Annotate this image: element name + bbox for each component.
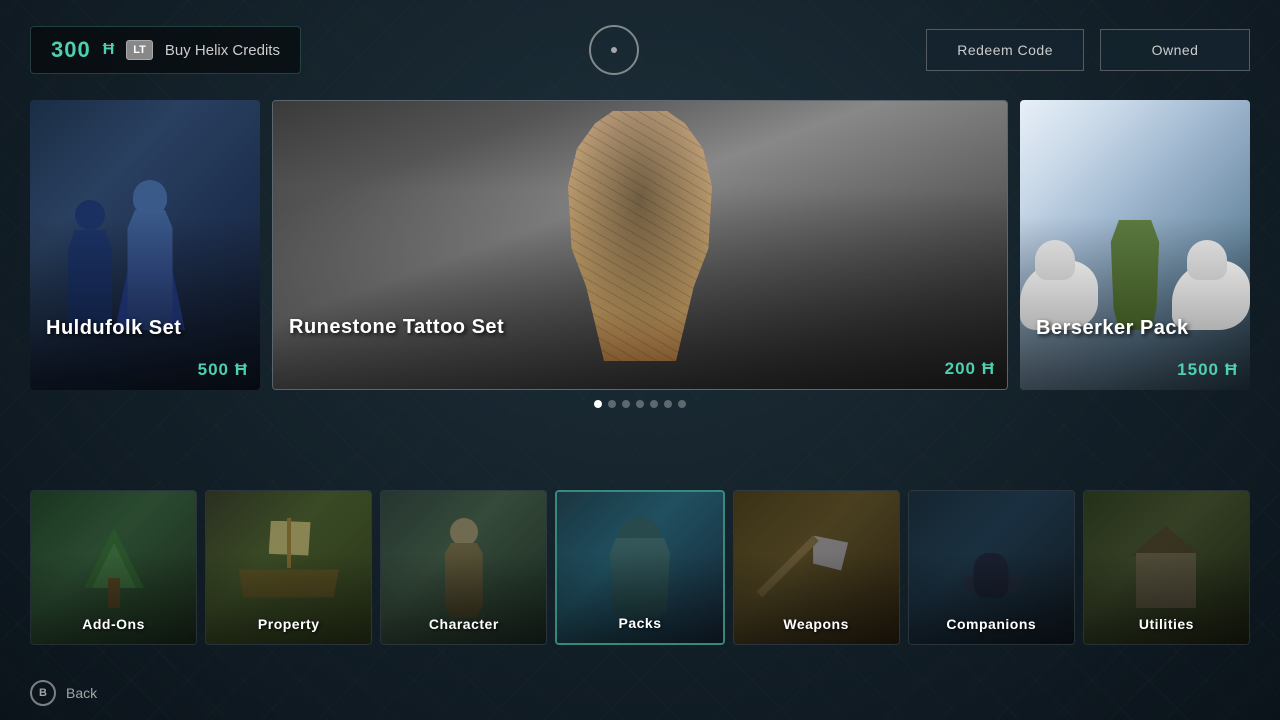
back-label: Back	[66, 685, 97, 701]
cat-weapons-label: Weapons	[734, 616, 899, 632]
card-runestone-bg	[273, 101, 1007, 389]
cat-property-label: Property	[206, 616, 371, 632]
main-container: 300 Ħ LT Buy Helix Credits Redeem Code O…	[0, 0, 1280, 720]
category-weapons[interactable]: Weapons	[733, 490, 900, 645]
top-right-buttons: Redeem Code Owned	[926, 29, 1250, 71]
dot-6[interactable]	[664, 400, 672, 408]
category-companions[interactable]: Companions	[908, 490, 1075, 645]
monster-body	[610, 538, 670, 618]
char-shape	[429, 518, 499, 618]
card-runestone[interactable]: Runestone Tattoo Set 200 Ħ	[272, 100, 1008, 390]
bottom-bar: B Back	[0, 665, 1280, 720]
raven-wing-left	[961, 568, 991, 593]
category-nav: Add-Ons Property Charac	[0, 472, 1280, 665]
ship-mast	[287, 518, 291, 568]
utility-shape	[1131, 528, 1201, 608]
cat-utilities-label: Utilities	[1084, 616, 1249, 632]
figure-2-body	[68, 230, 112, 330]
monster-head	[620, 518, 660, 553]
credits-amount: 300	[51, 37, 91, 63]
axe-handle	[757, 535, 819, 597]
monster-shape	[600, 518, 680, 618]
char-head	[450, 518, 478, 546]
weapon-shape	[776, 528, 856, 608]
dot-4[interactable]	[636, 400, 644, 408]
berserker-char	[1108, 220, 1162, 330]
figure-2	[60, 200, 120, 330]
helix-credits-panel: 300 Ħ LT Buy Helix Credits	[30, 26, 301, 74]
category-utilities[interactable]: Utilities	[1083, 490, 1250, 645]
figure-2-head	[75, 200, 105, 230]
card-runestone-price: 200 Ħ	[945, 359, 995, 379]
lt-badge: LT	[126, 40, 153, 60]
ship-hull	[239, 563, 339, 598]
card-berserker-price: 1500 Ħ	[1177, 360, 1238, 380]
logo-circle	[589, 25, 639, 75]
cat-addons-label: Add-Ons	[31, 616, 196, 632]
center-logo	[301, 25, 926, 75]
helix-symbol: Ħ	[103, 41, 115, 59]
card-huldufolk-bg	[30, 100, 260, 390]
companion-shape	[951, 528, 1031, 608]
logo-dot	[611, 47, 617, 53]
dot-3[interactable]	[622, 400, 630, 408]
cat-packs-label: Packs	[557, 615, 722, 631]
b-badge-icon: B	[30, 680, 56, 706]
featured-section: Huldufolk Set 500 Ħ Runestone Tattoo Set…	[0, 100, 1280, 472]
building-body	[1136, 553, 1196, 608]
buy-helix-label[interactable]: Buy Helix Credits	[165, 42, 280, 59]
category-addons[interactable]: Add-Ons	[30, 490, 197, 645]
building-roof	[1130, 526, 1202, 556]
owned-button[interactable]: Owned	[1100, 29, 1250, 71]
category-character[interactable]: Character	[380, 490, 547, 645]
figure-1	[115, 180, 185, 330]
axe-head	[813, 536, 848, 571]
card-huldufolk-title: Huldufolk Set	[46, 316, 244, 340]
berserker-figures	[1020, 100, 1250, 390]
cat-companions-label: Companions	[909, 616, 1074, 632]
cards-row: Huldufolk Set 500 Ħ Runestone Tattoo Set…	[30, 100, 1250, 390]
card-huldufolk-price: 500 Ħ	[198, 360, 248, 380]
card-berserker[interactable]: Berserker Pack 1500 Ħ	[1020, 100, 1250, 390]
dot-2[interactable]	[608, 400, 616, 408]
top-bar: 300 Ħ LT Buy Helix Credits Redeem Code O…	[0, 0, 1280, 100]
card-huldufolk[interactable]: Huldufolk Set 500 Ħ	[30, 100, 260, 390]
figure-1-body	[125, 210, 175, 330]
raven-body	[974, 553, 1009, 598]
ship-shape	[239, 538, 339, 598]
back-button[interactable]: B Back	[30, 680, 97, 706]
card-berserker-title: Berserker Pack	[1036, 316, 1234, 340]
raven-wing-right	[991, 568, 1021, 593]
huldufolk-figures	[55, 150, 235, 330]
card-berserker-bg	[1020, 100, 1250, 390]
tree-shape	[84, 528, 144, 608]
cat-character-label: Character	[381, 616, 546, 632]
category-property[interactable]: Property	[205, 490, 372, 645]
figure-1-head	[133, 180, 167, 214]
category-packs[interactable]: Packs	[555, 490, 724, 645]
redeem-code-button[interactable]: Redeem Code	[926, 29, 1084, 71]
card-runestone-title: Runestone Tattoo Set	[289, 315, 991, 339]
dot-7[interactable]	[678, 400, 686, 408]
dot-1[interactable]	[594, 400, 602, 408]
carousel-dots	[30, 400, 1250, 408]
tree-trunk	[108, 578, 120, 608]
tree-top	[84, 528, 144, 588]
char-body	[443, 543, 485, 618]
ship-sail	[269, 521, 313, 556]
dot-5[interactable]	[650, 400, 658, 408]
